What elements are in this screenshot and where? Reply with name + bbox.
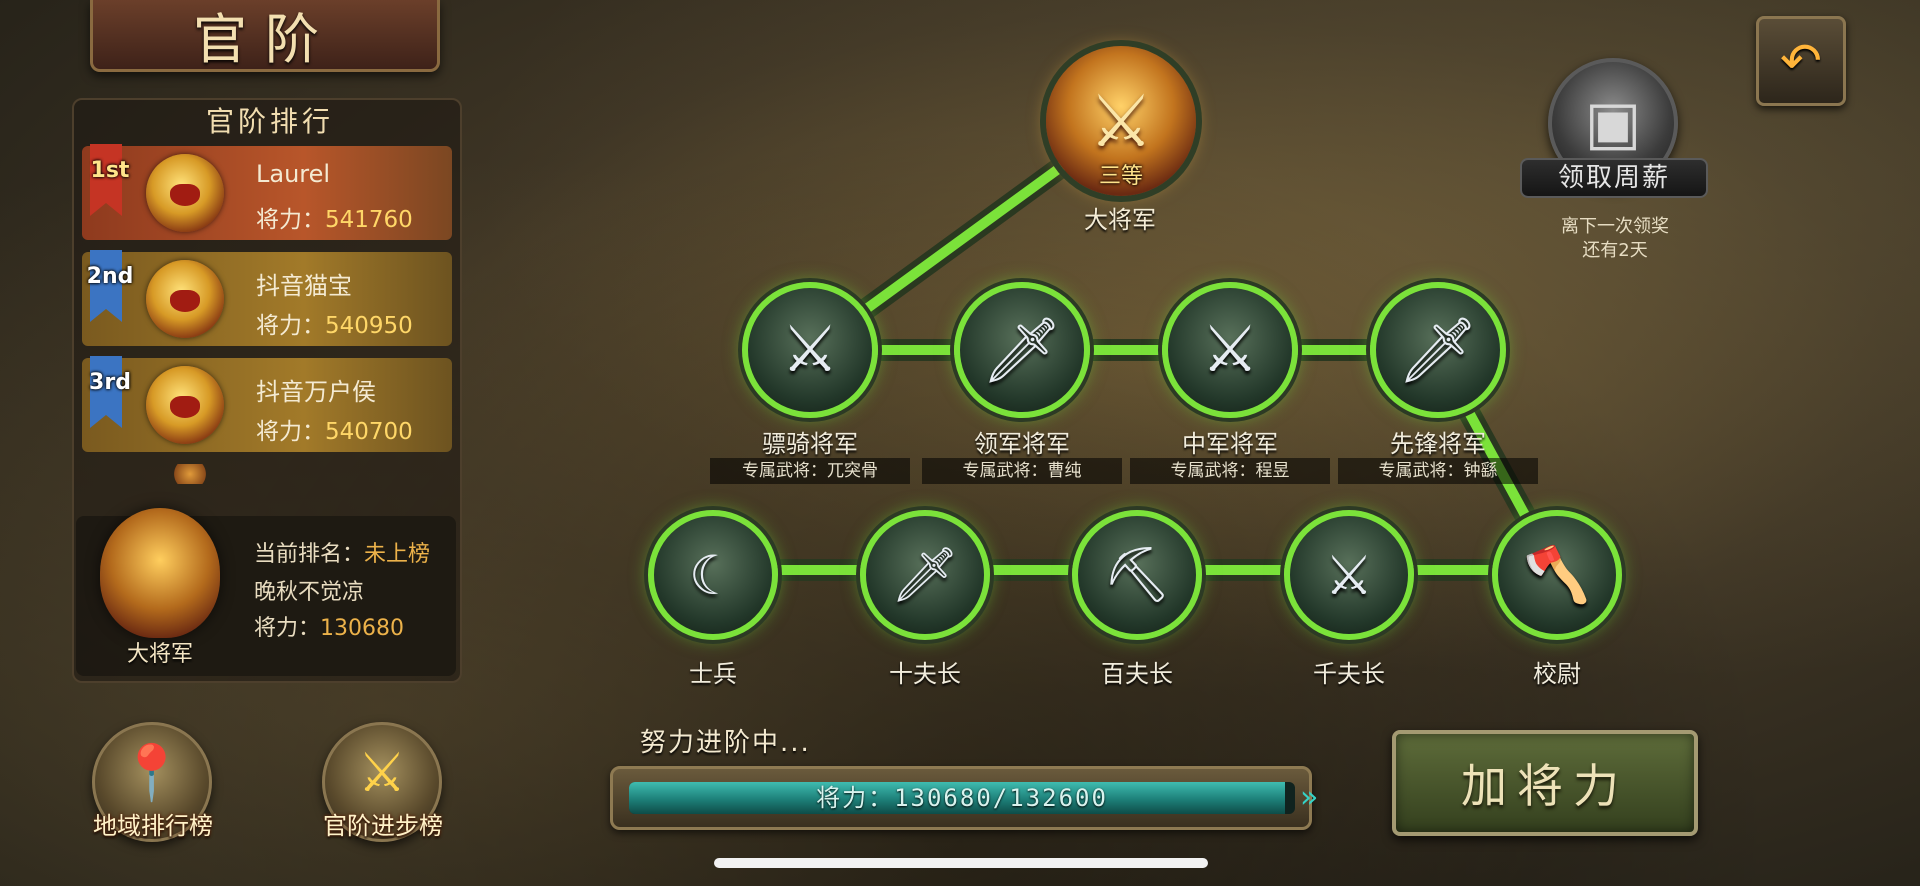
home-indicator[interactable] (714, 858, 1208, 868)
rank-node[interactable]: 🗡 (1370, 282, 1506, 418)
crossed-swords-icon: ⚔ (1201, 313, 1259, 387)
exclusive-general: 专属武将：曹纯 (922, 458, 1122, 484)
rank-node[interactable]: ⚔ (1284, 510, 1414, 640)
broadsword-icon: ⚔ (1324, 543, 1374, 607)
rank-node-label: 校尉 (1533, 660, 1581, 688)
weekly-countdown-line1: 离下一次领奖 (1561, 216, 1669, 237)
rank-node[interactable]: 🪓 (1492, 510, 1622, 640)
rank-node-label: 十夫长 (889, 660, 961, 688)
rank-node[interactable]: ⚔ (742, 282, 878, 418)
rank-node[interactable]: 🗡 (860, 510, 990, 640)
rank-node-label: 领军将军 (974, 430, 1070, 458)
dagger-icon: 🗡 (890, 543, 960, 606)
progress-caption: 努力进阶中... (640, 728, 811, 758)
weekly-countdown-line2: 还有2天 (1582, 240, 1648, 261)
add-power-button[interactable]: 加将力 (1392, 730, 1698, 836)
rank-node-label: 千夫长 (1313, 660, 1385, 688)
rank-tier-label: 三等 (1098, 164, 1143, 189)
rank-node[interactable]: ☾ (648, 510, 778, 640)
sickle-icon: ☾ (688, 543, 738, 607)
add-power-label: 加将力 (1461, 759, 1629, 813)
chevron-right-icon: » (1300, 780, 1319, 815)
weekly-salary-label[interactable]: 领取周薪 (1520, 158, 1708, 198)
crossed-swords-icon: ⚔ (781, 313, 839, 387)
back-button[interactable]: ↶ (1756, 16, 1846, 106)
pickaxe-icon: ⛏ (1102, 543, 1172, 606)
glaive-icon: 🪓 (1523, 543, 1591, 606)
rank-node-label: 大将军 (1084, 206, 1156, 234)
power-progress-bar: 将力：130680/132600 (610, 766, 1312, 830)
rank-node[interactable]: ⛏ (1072, 510, 1202, 640)
rank-node-label: 先锋将军 (1390, 430, 1486, 458)
rank-node-label: 骠骑将军 (762, 430, 858, 458)
progress-text: 将力：130680/132600 (816, 784, 1108, 812)
rank-node[interactable]: ⚔ (1162, 282, 1298, 418)
exclusive-general: 专属武将：兀突骨 (710, 458, 910, 484)
undo-arrow-icon: ↶ (1780, 32, 1822, 90)
exclusive-general: 专属武将：程昱 (1130, 458, 1330, 484)
rank-node-label: 士兵 (689, 660, 737, 688)
three-swords-icon: 🗡 (981, 313, 1063, 388)
rank-node-label: 百夫长 (1101, 660, 1173, 688)
rank-node-label: 中军将军 (1182, 430, 1278, 458)
progress-track: 将力：130680/132600 (629, 782, 1295, 814)
rank-node[interactable]: 🗡 (954, 282, 1090, 418)
exclusive-general: 专属武将：钟繇 (1338, 458, 1538, 484)
single-sword-icon: 🗡 (1397, 313, 1479, 388)
